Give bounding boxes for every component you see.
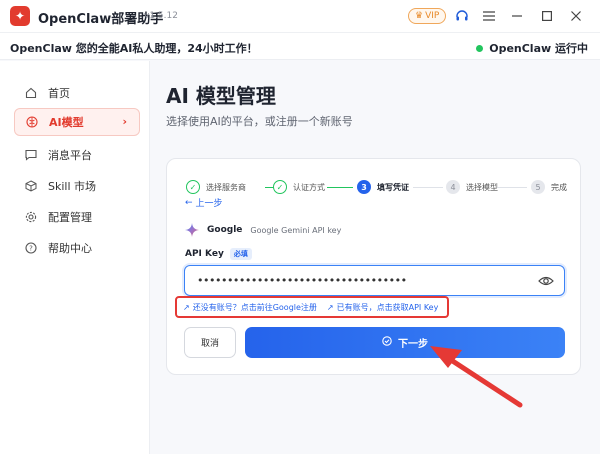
api-key-label: API Key 必填	[185, 248, 252, 260]
step-number: 3	[357, 180, 371, 194]
headset-icon[interactable]	[452, 6, 472, 26]
svg-text:?: ?	[29, 245, 33, 253]
message-icon	[24, 148, 38, 162]
required-badge: 必填	[229, 248, 252, 260]
next-step-label: 下一步	[398, 339, 428, 350]
minimize-icon[interactable]	[507, 6, 527, 26]
brain-icon	[25, 115, 39, 129]
menu-icon[interactable]	[479, 6, 499, 26]
gear-icon	[24, 210, 38, 224]
sidebar-item-label: 消息平台	[48, 149, 92, 162]
page-title: AI 模型管理	[166, 84, 276, 108]
wizard-step-4: 4 选择模型	[446, 180, 498, 194]
status-text: OpenClaw 运行中	[489, 42, 588, 55]
cancel-button[interactable]: 取消	[184, 327, 236, 358]
step-label: 选择模型	[466, 182, 498, 192]
step-label: 认证方式	[293, 182, 325, 192]
step-label: 填写凭证	[377, 182, 409, 192]
app-logo-icon: ✦	[10, 6, 30, 26]
sidebar-item-label: AI模型	[49, 116, 84, 129]
field-label-text: API Key	[185, 249, 224, 259]
gemini-star-icon	[185, 223, 199, 237]
wizard-step-3: 3 填写凭证	[357, 180, 409, 194]
wizard-step-2: ✓ 认证方式	[273, 180, 325, 194]
sidebar-item-label: Skill 市场	[48, 180, 97, 193]
service-status: OpenClaw 运行中	[476, 40, 588, 56]
sidebar-item-label: 帮助中心	[48, 242, 92, 255]
page-subtitle: 选择使用AI的平台，或注册一个新账号	[166, 115, 353, 128]
wizard-step-5: 5 完成	[531, 180, 567, 194]
provider-name: Google	[207, 225, 243, 235]
sidebar-item-skill-market[interactable]: Skill 市场	[14, 172, 140, 200]
sidebar-item-label: 首页	[48, 87, 70, 100]
sidebar-item-home[interactable]: 首页	[14, 79, 140, 107]
back-button[interactable]: ← 上一步	[185, 196, 223, 210]
step-number: 4	[446, 180, 460, 194]
next-step-button[interactable]: 下一步	[245, 327, 565, 358]
check-icon: ✓	[273, 180, 287, 194]
sidebar-item-help[interactable]: ? 帮助中心	[14, 234, 140, 262]
api-key-input[interactable]: •••••••••••••••••••••••••••••••••••	[184, 265, 565, 296]
top-banner: OpenClaw 您的全能AI私人助理，24小时工作！ OpenClaw 运行中	[0, 32, 600, 60]
chevron-right-icon: ›	[122, 115, 127, 128]
help-icon: ?	[24, 241, 38, 255]
register-link[interactable]: ↗ 还没有账号？点击前往Google注册	[183, 302, 317, 313]
back-label: 上一步	[195, 199, 223, 209]
step-label: 完成	[551, 182, 567, 192]
external-link-icon: ↗	[183, 302, 190, 312]
step-label: 选择服务商	[206, 182, 246, 192]
title-bar: ✦ OpenClaw部署助手 v1.5.12 ♛ VIP	[0, 0, 600, 32]
wizard-step-1: ✓ 选择服务商	[186, 180, 246, 194]
account-links-highlight: ↗ 还没有账号？点击前往Google注册 ↗ 已有账号，点击获取API Key	[175, 296, 449, 318]
eye-icon[interactable]	[538, 275, 554, 287]
wizard-card: ✓ 选择服务商 ✓ 认证方式 3 填写凭证 4 选择模型 5 完成 ← 上一步	[166, 158, 581, 375]
app-version: v1.5.12	[144, 11, 178, 21]
vip-label: VIP	[425, 11, 440, 21]
step-connector	[497, 187, 527, 188]
step-connector	[413, 187, 443, 188]
provider-description: Google Gemini API key	[250, 225, 342, 235]
app-window: ✦ OpenClaw部署助手 v1.5.12 ♛ VIP OpenClaw 您的…	[0, 0, 600, 454]
api-key-value: •••••••••••••••••••••••••••••••••••	[197, 274, 407, 287]
vip-badge[interactable]: ♛ VIP	[408, 8, 447, 24]
status-dot-icon	[476, 44, 484, 52]
step-number: 5	[531, 180, 545, 194]
sidebar-item-config[interactable]: 配置管理	[14, 203, 140, 231]
get-api-key-link[interactable]: ↗ 已有账号，点击获取API Key	[327, 302, 438, 313]
banner-slogan: OpenClaw 您的全能AI私人助理，24小时工作！	[10, 42, 258, 55]
cube-icon	[24, 179, 38, 193]
check-icon: ✓	[186, 180, 200, 194]
sidebar-item-messages[interactable]: 消息平台	[14, 141, 140, 169]
external-link-icon: ↗	[326, 302, 334, 312]
crown-icon: ♛	[415, 11, 424, 21]
register-link-text: 还没有账号？点击前往Google注册	[192, 302, 317, 312]
provider-info: Google Google Gemini API key	[185, 223, 341, 237]
step-connector	[327, 187, 353, 188]
maximize-icon[interactable]	[537, 6, 557, 26]
get-api-key-link-text: 已有账号，点击获取API Key	[336, 302, 439, 312]
sidebar-item-label: 配置管理	[48, 211, 92, 224]
check-circle-icon	[382, 336, 392, 349]
home-icon	[24, 86, 38, 100]
close-icon[interactable]	[566, 6, 586, 26]
sidebar: 首页 AI模型 › 消息平台 Skill 市场 配置管理 ? 帮助中心	[0, 61, 150, 454]
sidebar-item-ai-model[interactable]: AI模型 ›	[14, 108, 140, 136]
arrow-left-icon: ←	[185, 197, 193, 208]
